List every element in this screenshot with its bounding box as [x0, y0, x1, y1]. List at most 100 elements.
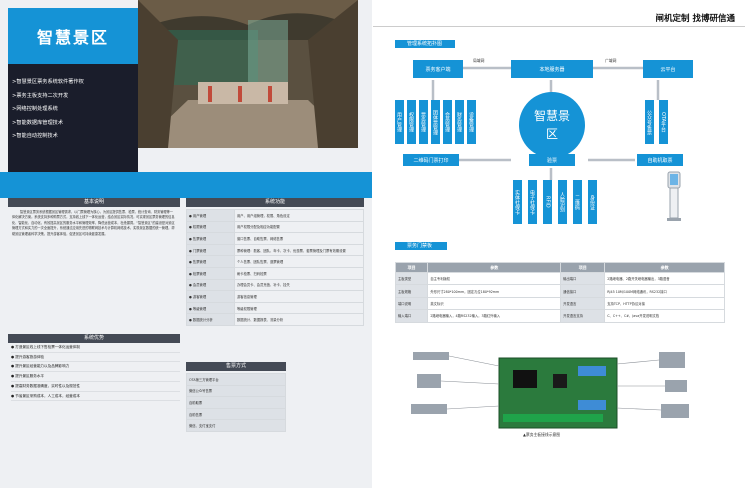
basic-section: 基本说明 智慧景区票务系统根据景区管理需求，以门票管理为核心，为景区提供售票、检…: [8, 198, 180, 240]
header-cell: 参数: [427, 262, 562, 273]
function-desc: 办理会员卡、会员充值、补卡、挂失: [234, 278, 364, 292]
node-cloud: 云平台: [643, 60, 693, 78]
module-box: RFID: [543, 180, 552, 224]
module-box: 财务管理: [455, 100, 464, 144]
table-header: 项目 参数 项目 参数: [394, 262, 725, 273]
table-cell: 开发语言支持: [560, 309, 606, 323]
node-client: 票务客户端: [413, 60, 463, 78]
table-row: OTA第三方管理平台: [186, 373, 286, 386]
header-cell: 参数: [604, 262, 725, 273]
feature-item: >智能自动控制技术: [12, 133, 58, 139]
function-name: ● 游客管理: [186, 290, 235, 303]
node-server: 本地服务器: [511, 60, 593, 78]
feature-item: >网络控制处理系统: [12, 106, 58, 112]
table-cell: 开发语言: [560, 296, 606, 311]
sales-item: 微信公众号售票: [186, 384, 286, 398]
table-cell: 英文标识: [427, 296, 562, 311]
label-lan: 局域网: [473, 58, 485, 63]
functions-table: ● 用户管理 用户、用户组管理，权限、角色设定 ● 权限管理 用户权限分配及相应功能配…: [186, 209, 364, 326]
table-cell: 端口说明: [394, 296, 429, 311]
function-desc: 等级权限管理: [234, 301, 364, 315]
header-cell: 项目: [394, 262, 429, 273]
function-desc: 游客信息管理: [234, 290, 364, 303]
board-diagram: [411, 352, 689, 429]
table-row: ● 用户管理 用户、用户组管理，权限、角色设定: [186, 209, 364, 222]
header-cell: 项目: [560, 262, 606, 273]
table-cell: 输出端口: [560, 271, 606, 286]
function-name: ● 门票管理: [186, 243, 235, 257]
board-title: 票务门禁板: [395, 242, 447, 250]
sales-table: OTA第三方管理平台 微信公众号售票 自助取票 自助售票 微信、支付宝支付: [186, 373, 286, 432]
feature-list: >智慧景区票务系统软件著作权 >票务主板支持二次开发 >网络控制处理系统 >智能数据库…: [8, 64, 138, 144]
feature-item: >智慧景区票务系统软件著作权: [12, 79, 84, 85]
function-desc: 窗口售票、自助售票、网络售票: [234, 232, 364, 245]
function-desc: 用户、用户组管理，权限、角色设定: [234, 209, 364, 222]
function-desc: 票种管理：散客、团队、年卡、次卡、优惠票、套票管理及门票有效期设置: [234, 243, 364, 257]
table-row: 主板类型 自主专利版权 输出端口 2路继电器、2路开关继电器输出，3路语音: [394, 271, 725, 286]
function-name: ● 等级管理: [186, 301, 235, 315]
advantage-item: ● 打造景区线上线下售检票一体化运营体制: [11, 343, 180, 353]
sales-section: 售票方式 OTA第三方管理平台 微信公众号售票 自助取票 自助售票 微信、支付宝支付: [186, 362, 286, 432]
module-box: 团体票管理: [431, 100, 440, 144]
table-row: 端口说明 英文标识 开发语言 支持TCP、HTTP协议对接: [394, 296, 725, 311]
table-row: ● 售票管理 个人售票、团队售票、退票管理: [186, 255, 364, 268]
table-cell: 2路继电器、2路开关继电器输出，3路语音: [604, 271, 725, 286]
table-row: ● 会员管理 办理会员卡、会员充值、补卡、挂失: [186, 278, 364, 292]
module-box: 公众号售票: [645, 100, 654, 144]
table-cell: 输入端口: [394, 309, 429, 323]
sales-item: 自助取票: [186, 396, 286, 409]
table-row: 输入端口 2路继电器输入，4路RS232输入，3路红外输入 开发语言支持 C、C++、…: [394, 309, 725, 323]
module-box: 身份证: [588, 180, 597, 224]
page-title: 智慧景区: [8, 8, 138, 64]
table-row: ● 数据统计分析 数据统计、数据报表、流量分析: [186, 313, 364, 326]
table-row: 自助售票: [186, 407, 286, 421]
kiosk-icon: [667, 171, 681, 221]
function-name: ● 会员管理: [186, 278, 235, 292]
advantage-item: ● 提升景区服务水平: [11, 372, 180, 382]
module-box: 电子社保卡: [528, 180, 537, 224]
right-panel: 闸机定制 找博研信通 管理系统拓扑图 票务客户端 局域网 本地服务器 广域网 云…: [373, 0, 745, 488]
basic-text: 智慧景区票务系统根据景区管理需求，以门票管理为核心，为景区提供售票、检票、统计查…: [12, 210, 175, 236]
table-cell: 主板类型: [394, 271, 429, 286]
board-table: 项目 参数 项目 参数 主板类型 自主专利版权 输出端口 2路继电器、2路开关继电器输出，3路…: [394, 262, 725, 323]
table-row: ● 售票管理 窗口售票、自助售票、网络售票: [186, 232, 364, 245]
advantage-item: ● 提升景区经营能力以及品牌影响力: [11, 362, 180, 373]
feature-item: >票务主板支持二次开发: [12, 92, 69, 99]
module-box: 会员管理: [443, 100, 452, 144]
module-box: 二维码: [573, 180, 582, 224]
module-box: 权限管理: [407, 100, 416, 144]
table-row: ● 检票管理 刷卡检票、扫码检票: [186, 266, 364, 280]
table-row: 微信公众号售票: [186, 384, 286, 398]
advantage-item: ● 节省景区采购成本，人工成本，经营成本: [11, 392, 180, 402]
function-desc: 数据统计、数据报表、流量分析: [234, 313, 364, 326]
table-row: 微信、支付宝支付: [186, 419, 286, 432]
table-row: ● 门票管理 票种管理：散客、团队、年卡、次卡、优惠票、套票管理及门票有效期设置: [186, 243, 364, 257]
table-row: ● 权限管理 用户权限分配及相应功能配置: [186, 220, 364, 234]
function-name: ● 用户管理: [186, 209, 235, 222]
advantage-item: ● 提升游客旅游体验: [11, 353, 180, 363]
function-name: ● 数据统计分析: [186, 313, 235, 326]
feature-item: >智能数据库管理技术: [12, 119, 64, 126]
table-row: ● 游客管理 游客信息管理: [186, 290, 364, 303]
sales-title: 售票方式: [186, 362, 286, 371]
table-cell: C、C++、C#、Java开发说明文档: [604, 309, 725, 323]
basic-title: 基本说明: [8, 198, 180, 207]
advantage-section: 系统优势 ● 打造景区线上线下售检票一体化运营体制 ● 提升游客旅游体验 ● 提升景…: [8, 334, 180, 402]
board-heading: 票务门禁板: [395, 242, 447, 250]
sales-item: OTA第三方管理平台: [186, 373, 286, 386]
functions-title: 系统功能: [186, 198, 364, 207]
advantage-item: ● 提高财务数据准确度，实时性以及规范性: [11, 382, 180, 392]
advantage-title: 系统优势: [8, 334, 180, 343]
node-kiosk: 自助机取票: [637, 154, 683, 166]
table-cell: 2路继电器输入，4路RS232输入，3路红外输入: [427, 309, 562, 323]
module-box: 人脸识别: [558, 180, 567, 224]
table-row: ● 等级管理 等级权限管理: [186, 301, 364, 315]
board-caption: ▲票务主板接线示意图: [523, 432, 561, 437]
function-desc: 刷卡检票、扫码检票: [234, 266, 364, 280]
table-row: 自助取票: [186, 396, 286, 409]
module-box: 票务管理: [419, 100, 428, 144]
table-cell: 外形尺寸280*100mm，固定孔位180*92mm: [427, 284, 562, 298]
center-node: 智慧景区: [519, 92, 585, 158]
function-name: ● 售票管理: [186, 232, 235, 245]
function-desc: 用户权限分配及相应功能配置: [234, 220, 364, 234]
